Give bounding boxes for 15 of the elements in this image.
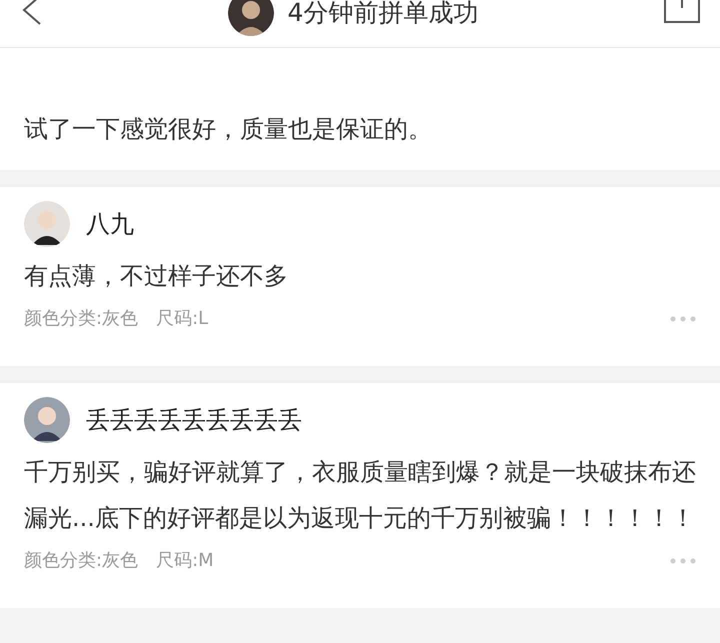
avatar — [228, 0, 274, 36]
avatar — [24, 201, 70, 247]
back-icon[interactable] — [20, 0, 42, 26]
user-name: 丢丢丢丢丢丢丢丢丢 — [86, 405, 302, 436]
review-text: 试了一下感觉很好，质量也是保证的。 — [24, 114, 433, 145]
review-text: 千万别买，骗好评就算了，衣服质量瞎到爆？就是一块破抹布还漏光...底下的好评都是以为返现十元的千万别被骗！！！！！！ — [24, 457, 696, 534]
review-text: 有点薄，不过样子还不多 — [24, 261, 289, 292]
spec-label: 颜色分类:灰色 — [24, 549, 138, 573]
share-icon[interactable] — [664, 0, 700, 24]
header-title: 4分钟前拼单成功 — [288, 0, 478, 30]
spec-label: 颜色分类:灰色 — [24, 307, 138, 331]
spec-label: 尺码:M — [156, 549, 214, 573]
spec-label: 尺码:L — [156, 307, 208, 331]
user-name: 八九 — [86, 209, 134, 240]
avatar — [24, 397, 70, 443]
